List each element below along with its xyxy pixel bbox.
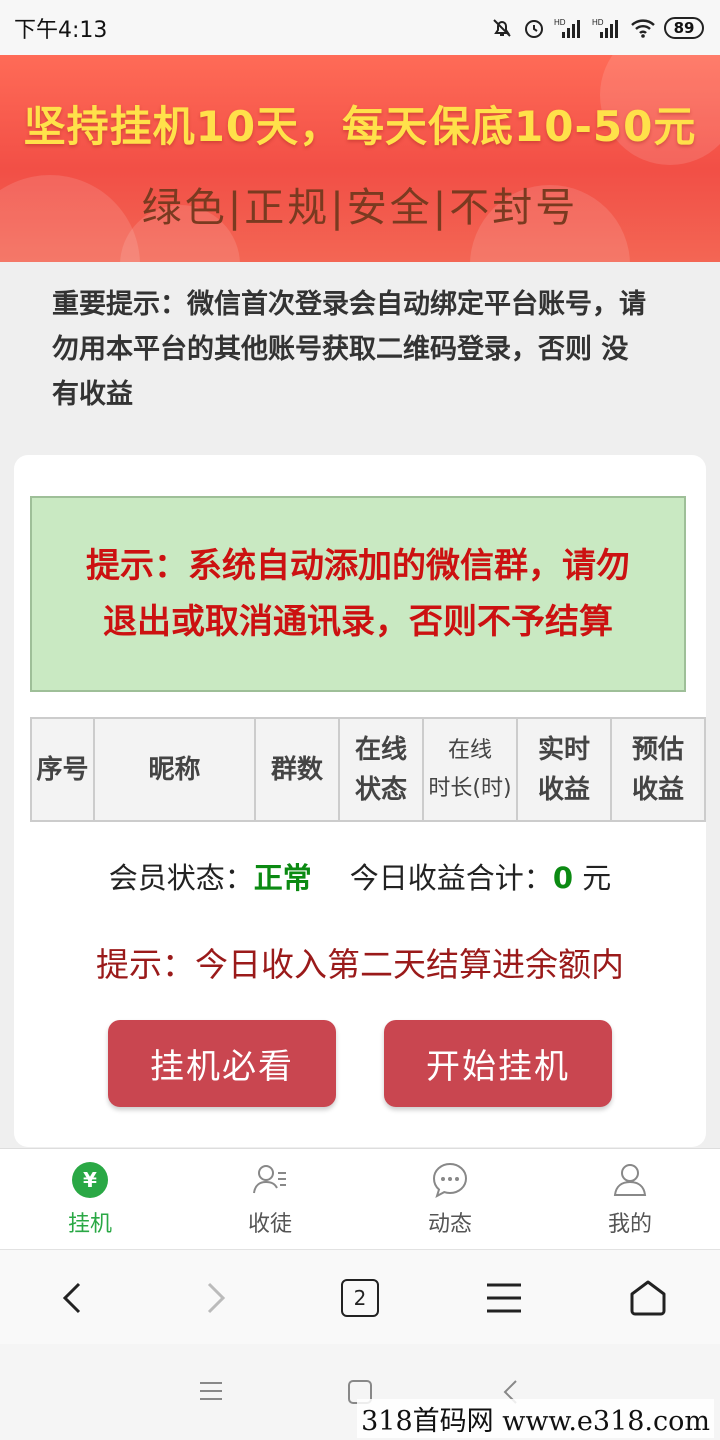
header-group-count: 群数	[256, 719, 340, 820]
site-watermark: 318首码网 www.e318.com	[357, 1399, 714, 1438]
browser-home-button[interactable]	[618, 1268, 678, 1328]
tab-apprentice[interactable]: 收徒	[180, 1149, 360, 1249]
browser-tabs-button[interactable]: 2	[330, 1268, 390, 1328]
browser-forward-button[interactable]	[186, 1268, 246, 1328]
bottom-tab-bar: ¥ 挂机 收徒 动态 我的	[0, 1148, 720, 1249]
tab-hosting-label: 挂机	[67, 1212, 112, 1237]
signal-hd-icon-2: HD	[592, 18, 618, 38]
user-list-icon	[253, 1165, 286, 1194]
important-notice: 重要提示：微信首次登录会自动绑定平台账号，请勿用本平台的其他账号获取二维码登录，…	[52, 289, 646, 410]
tab-hosting[interactable]: ¥ 挂机	[0, 1149, 180, 1249]
home-icon	[630, 1280, 666, 1315]
tab-count-badge: 2	[341, 1278, 379, 1317]
wifi-icon	[631, 18, 655, 38]
group-tip-box: 提示：系统自动添加的微信群，请勿 退出或取消通讯录，否则不予结算	[30, 496, 686, 692]
browser-menu-button[interactable]	[474, 1268, 534, 1328]
tab-mine-label: 我的	[607, 1212, 652, 1237]
header-online-status: 在线 状态	[340, 719, 424, 820]
user-icon	[613, 1164, 647, 1196]
chevron-left-icon	[62, 1282, 81, 1313]
alarm-icon	[525, 19, 543, 38]
status-bar: 下午4:13 HD HD 89	[0, 0, 720, 55]
today-income-unit: 元	[582, 861, 612, 895]
battery-icon: 89	[664, 16, 704, 39]
promo-banner[interactable]: 坚持挂机10天，每天保底10-50元 绿色|正规|安全|不封号	[0, 55, 720, 262]
tab-apprentice-label: 收徒	[247, 1212, 292, 1237]
status-icons: HD HD 89	[490, 16, 704, 40]
group-tip-line-1: 提示：系统自动添加的微信群，请勿	[86, 546, 630, 586]
chevron-right-icon	[207, 1282, 226, 1313]
yuan-icon: ¥	[72, 1162, 108, 1198]
header-estimated-income: 预估 收益	[631, 734, 684, 805]
chat-bubble-icon	[432, 1162, 468, 1199]
member-status-value: 正常	[253, 861, 312, 895]
header-realtime-income: 实时 收益	[518, 719, 612, 820]
today-income-value: 0	[552, 861, 573, 895]
header-online-duration: 在线 时长(时)	[424, 719, 518, 820]
svg-text:HD: HD	[592, 18, 604, 27]
recent-apps-icon[interactable]	[198, 1380, 224, 1402]
must-read-button[interactable]: 挂机必看	[108, 1020, 336, 1107]
mute-bell-icon	[493, 18, 511, 37]
menu-icon	[487, 1283, 521, 1312]
today-income-label: 今日收益合计：	[349, 861, 553, 895]
banner-headline: 坚持挂机10天，每天保底10-50元	[23, 102, 697, 151]
svg-text:¥: ¥	[83, 1168, 97, 1192]
member-status-label: 会员状态：	[108, 861, 254, 895]
svg-text:HD: HD	[554, 18, 566, 27]
header-index: 序号	[32, 719, 95, 820]
stats-table-header: 序号 昵称 群数 在线 状态 在线 时长(时) 实时 收益 预估 收益	[30, 717, 706, 822]
member-summary: 会员状态：正常 今日收益合计：0 元	[14, 855, 706, 897]
main-card: 提示：系统自动添加的微信群，请勿 退出或取消通讯录，否则不予结算 序号 昵称 群…	[14, 455, 706, 1147]
tab-feed-label: 动态	[427, 1212, 472, 1237]
income-settlement-tip: 提示：今日收入第二天结算进余额内	[96, 945, 624, 984]
browser-toolbar: 2	[0, 1249, 720, 1345]
banner-subline: 绿色|正规|安全|不封号	[141, 185, 579, 231]
system-nav-bar: 318首码网 www.e318.com	[0, 1344, 720, 1440]
browser-back-button[interactable]	[42, 1268, 102, 1328]
start-hosting-button[interactable]: 开始挂机	[384, 1020, 612, 1107]
tab-feed[interactable]: 动态	[360, 1149, 540, 1249]
group-tip-line-2: 退出或取消通讯录，否则不予结算	[103, 602, 613, 642]
tab-mine[interactable]: 我的	[540, 1149, 720, 1249]
header-nickname: 昵称	[95, 719, 256, 820]
status-time: 下午4:13	[14, 17, 108, 43]
signal-hd-icon: HD	[554, 18, 580, 38]
